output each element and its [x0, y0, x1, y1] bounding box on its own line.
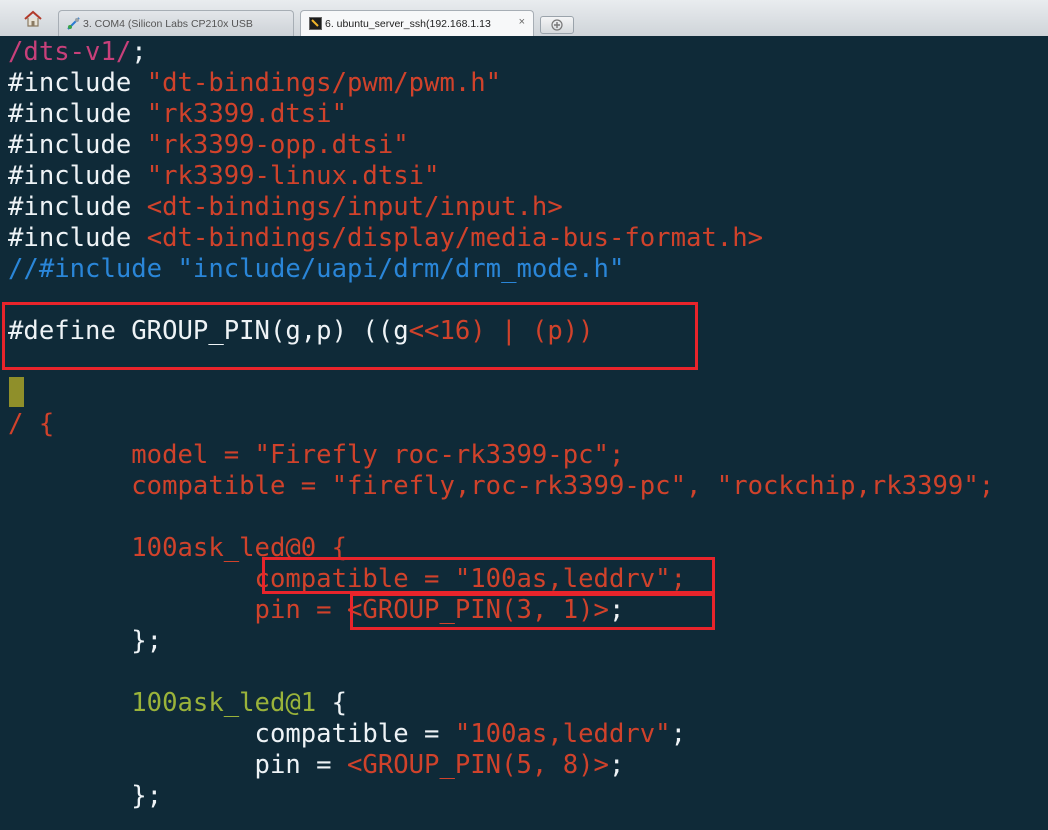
code-line: }; [8, 781, 163, 811]
ssh-terminal-icon [309, 17, 322, 30]
code-line: }; [8, 626, 163, 656]
highlight-box-define [2, 302, 698, 370]
highlight-box-pin [350, 593, 715, 630]
new-tab-button[interactable] [540, 16, 574, 34]
code-line: /dts-v1/; [8, 37, 147, 67]
code-line: #include "rk3399-opp.dtsi" [8, 130, 409, 160]
tab-bar: 3. COM4 (Silicon Labs CP210x USB 6. ubun… [0, 0, 1048, 37]
code-line: 100ask_led@1 { [8, 688, 348, 718]
serial-connection-icon [67, 17, 80, 30]
tab-label: 3. COM4 (Silicon Labs CP210x USB [83, 17, 253, 30]
code-line: model = "Firefly roc-rk3399-pc"; [8, 440, 625, 470]
tab-ubuntu-server-ssh[interactable]: 6. ubuntu_server_ssh(192.168.1.13 × [300, 10, 534, 36]
code-line: #include "dt-bindings/pwm/pwm.h" [8, 68, 502, 98]
code-line: compatible = "100as,leddrv"; [8, 719, 687, 749]
code-line: #include <dt-bindings/display/media-bus-… [8, 223, 764, 253]
home-button[interactable] [20, 8, 46, 30]
plus-icon [551, 19, 563, 31]
code-line: //#include "include/uapi/drm/drm_mode.h" [8, 254, 625, 284]
text-cursor [9, 377, 24, 407]
close-tab-icon[interactable]: × [519, 16, 525, 28]
tab-com4[interactable]: 3. COM4 (Silicon Labs CP210x USB [58, 10, 294, 36]
terminal-editor[interactable]: /dts-v1/; #include "dt-bindings/pwm/pwm.… [0, 36, 1048, 830]
code-line: #include "rk3399.dtsi" [8, 99, 348, 129]
code-line: #include "rk3399-linux.dtsi" [8, 161, 440, 191]
code-line: / { [8, 409, 55, 439]
code-line: pin = <GROUP_PIN(5, 8)>; [8, 750, 625, 780]
home-icon [24, 10, 42, 27]
tab-label: 6. ubuntu_server_ssh(192.168.1.13 [325, 17, 491, 30]
code-line: #include <dt-bindings/input/input.h> [8, 192, 563, 222]
highlight-box-compatible [262, 557, 715, 594]
code-line: compatible = "firefly,roc-rk3399-pc", "r… [8, 471, 995, 501]
